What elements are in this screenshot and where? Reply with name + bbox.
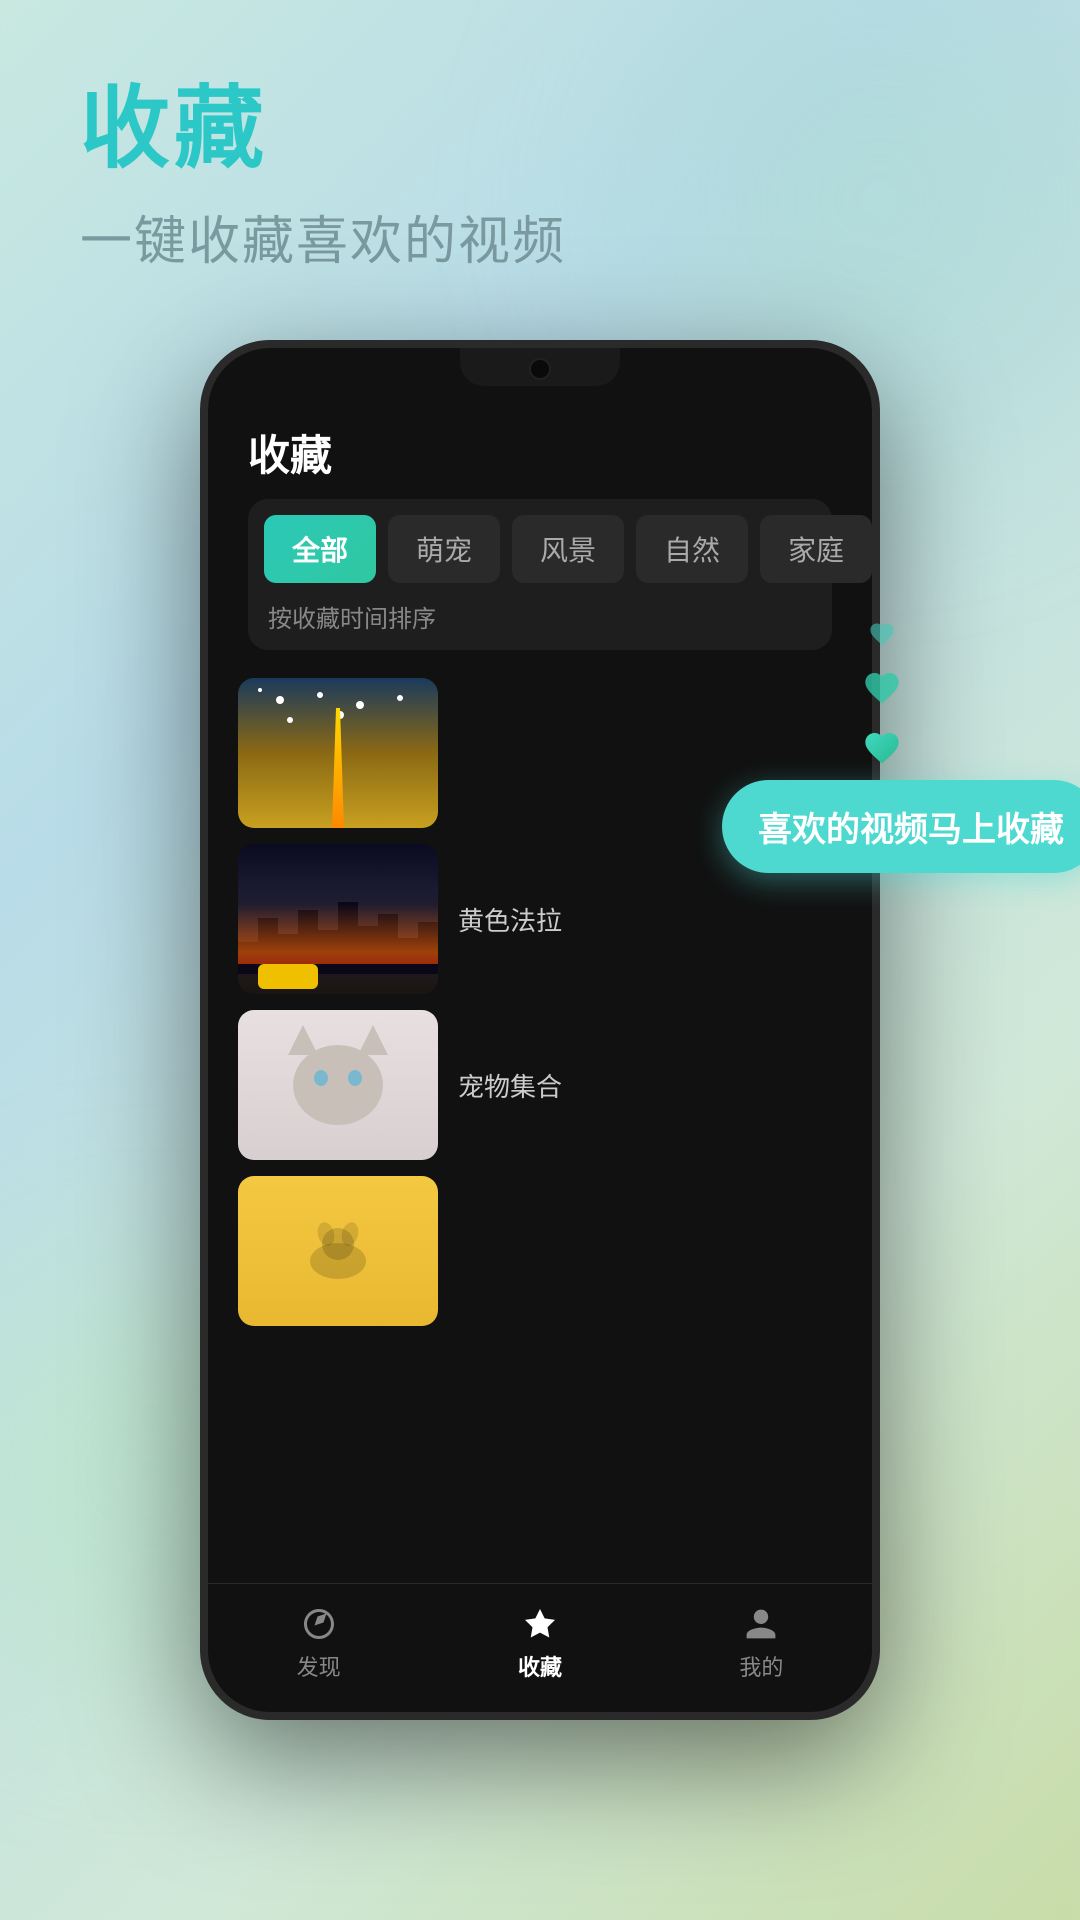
nav-discover-label: 发现 [297, 1650, 341, 1682]
cat-eye-right [348, 1070, 362, 1086]
dog-bg [238, 1176, 438, 1326]
nav-profile[interactable]: 我的 [651, 1604, 872, 1682]
video-title-2: 黄色法拉 [458, 901, 842, 938]
tab-family[interactable]: 家庭 [760, 515, 872, 583]
cat-eye-left [314, 1070, 328, 1086]
video-thumb-cat [238, 1010, 438, 1160]
heart-small-1 [867, 620, 897, 648]
city-taxi [258, 964, 318, 989]
tab-nature[interactable]: 自然 [636, 515, 748, 583]
phone-camera [529, 358, 551, 380]
city-bg [238, 844, 438, 994]
video-title-3: 宠物集合 [458, 1067, 842, 1104]
screen-content: 收藏 全部 萌宠 风景 自然 家庭 按收藏时间排序 [208, 398, 872, 1712]
video-thumb-city [238, 844, 438, 994]
video-thumb-dog [238, 1176, 438, 1326]
eiffel-bg [238, 678, 438, 828]
city-lights [238, 904, 438, 964]
cat-bg [238, 1010, 438, 1160]
app-header-title: 收藏 [248, 422, 832, 483]
cat-face [293, 1045, 383, 1125]
phone-mockup: 收藏 全部 萌宠 风景 自然 家庭 按收藏时间排序 [200, 340, 880, 1720]
category-tabs: 全部 萌宠 风景 自然 家庭 [264, 515, 816, 583]
tab-pets[interactable]: 萌宠 [388, 515, 500, 583]
dog-silhouette [298, 1216, 378, 1286]
heart-medium-1 [860, 668, 904, 708]
toast-bubble: 喜欢的视频马上收藏 [722, 780, 1080, 873]
tab-all[interactable]: 全部 [264, 515, 376, 583]
video-info-2: 黄色法拉 [458, 901, 842, 938]
video-info-3: 宠物集合 [458, 1067, 842, 1104]
nav-favorites[interactable]: 收藏 [429, 1604, 650, 1682]
video-item-3[interactable]: 宠物集合 [208, 1010, 872, 1160]
title-section: 收藏 一键收藏喜欢的视频 [80, 80, 566, 274]
tab-scenery[interactable]: 风景 [512, 515, 624, 583]
phone-screen: 收藏 全部 萌宠 风景 自然 家庭 按收藏时间排序 [208, 348, 872, 1712]
video-item-4[interactable] [208, 1176, 872, 1326]
person-icon [741, 1604, 781, 1644]
phone-notch [460, 348, 620, 386]
nav-favorites-label: 收藏 [518, 1650, 562, 1682]
video-thumb-eiffel [238, 678, 438, 828]
sort-label: 按收藏时间排序 [264, 599, 816, 634]
cat-ear-right [358, 1025, 388, 1055]
category-panel: 全部 萌宠 风景 自然 家庭 按收藏时间排序 [248, 499, 832, 650]
cat-eyes [314, 1070, 362, 1086]
stars [258, 688, 262, 692]
compass-icon [299, 1604, 339, 1644]
cat-ear-left [288, 1025, 318, 1055]
app-header: 收藏 [208, 398, 872, 499]
subtitle: 一键收藏喜欢的视频 [80, 199, 566, 274]
bottom-nav: 发现 收藏 [208, 1583, 872, 1712]
star-icon [520, 1604, 560, 1644]
toast-text: 喜欢的视频马上收藏 [758, 811, 1064, 849]
phone-frame: 收藏 全部 萌宠 风景 自然 家庭 按收藏时间排序 [200, 340, 880, 1720]
heart-medium-2 [860, 728, 904, 768]
nav-discover[interactable]: 发现 [208, 1604, 429, 1682]
nav-profile-label: 我的 [739, 1650, 783, 1682]
main-title: 收藏 [80, 80, 566, 179]
eiffel-tower [328, 708, 348, 828]
